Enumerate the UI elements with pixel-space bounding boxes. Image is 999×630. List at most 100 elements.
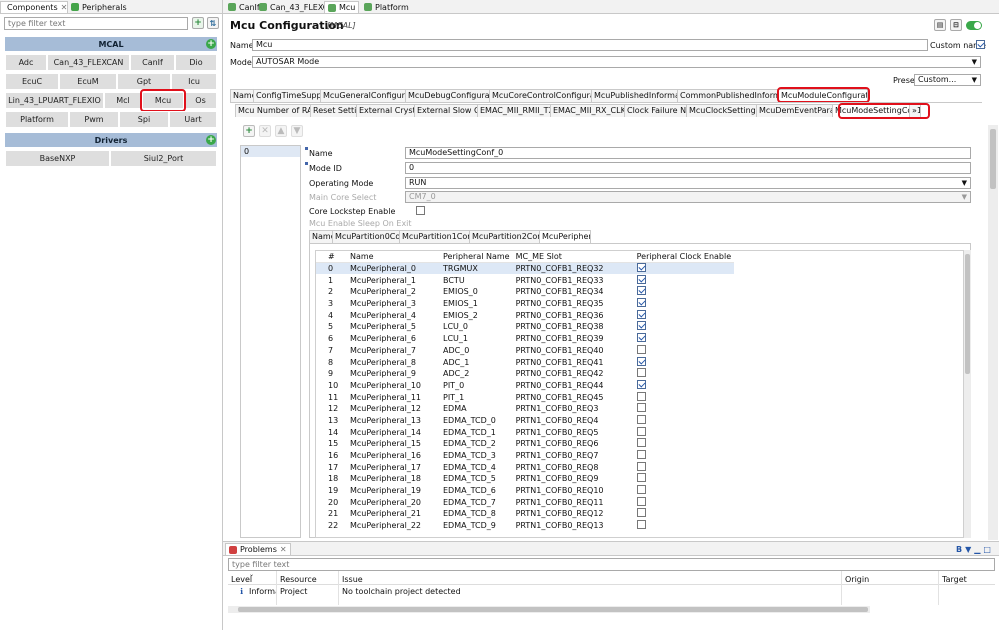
clock-enable-checkbox[interactable]	[636, 438, 646, 448]
component-uart[interactable]: Uart	[169, 111, 217, 128]
table-row[interactable]: 7 McuPeripheral_7 ADC_0 PRTN0_COFB1_REQ40	[316, 344, 734, 357]
preset-select[interactable]: Custom... ▼	[914, 74, 981, 86]
name-field[interactable]: Mcu	[252, 39, 928, 51]
inner-tab-name[interactable]: Name	[309, 230, 333, 243]
clock-enable-checkbox[interactable]	[636, 263, 646, 273]
table-row[interactable]: 0 McuPeripheral_0 TRGMUX PRTN0_COFB1_REQ32	[316, 262, 735, 275]
subtab-emac-tx[interactable]: EMAC_MII_RMII_TX_C...	[477, 104, 551, 117]
problems-filter-input[interactable]: type filter text	[228, 558, 995, 571]
delete-item-button[interactable]: ✕	[259, 125, 271, 137]
component-platform[interactable]: Platform	[5, 111, 69, 128]
component-dio[interactable]: Dio	[175, 54, 217, 71]
add-item-button[interactable]: +	[243, 125, 255, 137]
col-index[interactable]: #	[316, 251, 347, 264]
component-adc[interactable]: Adc	[5, 54, 47, 71]
component-ecum[interactable]: EcuM	[59, 73, 117, 90]
clock-enable-checkbox[interactable]	[636, 520, 646, 530]
table-row[interactable]: 13 McuPeripheral_13 EDMA_TCD_0 PRTN1_COFB0_…	[316, 414, 734, 427]
add-mcal-icon[interactable]: +	[206, 39, 216, 49]
components-filter-input[interactable]: type filter text	[4, 17, 188, 30]
tab-mcudebugconfiguration[interactable]: McuDebugConfiguration	[405, 89, 490, 102]
component-basenxp[interactable]: BaseNXP	[5, 150, 110, 167]
minimize-icon[interactable]: ▁	[974, 545, 980, 554]
table-row[interactable]: 4 McuPeripheral_4 EMIOS_2 PRTN0_COFB1_REQ36	[316, 309, 734, 321]
table-row[interactable]: 18 McuPeripheral_18 EDMA_TCD_5 PRTN1_COFB0_…	[316, 473, 734, 485]
document-icon[interactable]: ▤	[934, 19, 946, 31]
inner-tab-partition0[interactable]: McuPartition0Config	[332, 230, 400, 243]
subtab-ram[interactable]: Mcu Number of RAM...	[235, 104, 311, 117]
col-peripheral-name[interactable]: Peripheral Name	[440, 251, 513, 264]
table-row[interactable]: 16 McuPeripheral_16 EDMA_TCD_3 PRTN1_COFB0_…	[316, 450, 734, 462]
subtab-dem-event[interactable]: McuDemEventParame...	[756, 104, 833, 117]
problems-col-issue[interactable]: Issue	[342, 575, 363, 584]
problems-col-target[interactable]: Target	[942, 575, 967, 584]
tab-problems[interactable]: Problems ✕	[225, 543, 291, 555]
problems-col-resource[interactable]: Resource	[280, 575, 317, 584]
clock-enable-checkbox[interactable]	[636, 403, 646, 413]
clock-enable-checkbox[interactable]	[636, 391, 646, 401]
table-row[interactable]: 1 McuPeripheral_1 BCTU PRTN0_COFB1_REQ33	[316, 274, 734, 286]
table-row[interactable]: 20 McuPeripheral_20 EDMA_TCD_7 PRTN1_COFB0_…	[316, 496, 734, 508]
table-row[interactable]: 6 McuPeripheral_6 LCU_1 PRTN0_COFB1_REQ39	[316, 333, 734, 345]
inner-tab-partition1[interactable]: McuPartition1Config	[399, 230, 470, 243]
component-lin-43-lpuart-flexio[interactable]: Lin_43_LPUART_FLEXIO	[5, 92, 104, 109]
clock-enable-checkbox[interactable]	[636, 496, 646, 506]
move-up-button[interactable]: ▲	[275, 125, 287, 137]
toggle-switch[interactable]	[966, 21, 982, 30]
tab-mcucorecontrolconfiguration[interactable]: McuCoreControlConfiguration	[489, 89, 592, 102]
clock-enable-checkbox[interactable]	[636, 485, 646, 495]
subtab-emac-rx[interactable]: EMAC_MII_RX_CLK E...	[550, 104, 625, 117]
panel-divider[interactable]	[222, 0, 223, 630]
editor-scrollbar[interactable]	[988, 125, 998, 540]
tab-platform[interactable]: Platform	[361, 1, 412, 13]
lockstep-checkbox[interactable]	[415, 206, 425, 215]
table-row[interactable]: 19 McuPeripheral_19 EDMA_TCD_6 PRTN1_COFB0_…	[316, 485, 734, 497]
mode-name-field[interactable]: McuModeSettingConf_0	[405, 147, 971, 159]
table-row[interactable]: 8 McuPeripheral_8 ADC_1 PRTN0_COFB1_REQ41	[316, 356, 734, 368]
inner-tab-mcuperipheral[interactable]: McuPeripheral	[539, 230, 591, 243]
clock-enable-checkbox[interactable]	[636, 450, 646, 460]
close-icon[interactable]: ✕	[61, 3, 68, 12]
clock-enable-checkbox[interactable]	[636, 508, 646, 518]
move-down-button[interactable]: ▼	[291, 125, 303, 137]
subtab-reset-setting[interactable]: Reset Setting	[310, 104, 357, 117]
component-spi[interactable]: Spi	[119, 111, 169, 128]
mode-select[interactable]: AUTOSAR Mode ▼	[252, 56, 981, 68]
clock-enable-checkbox[interactable]	[636, 379, 646, 389]
category-mcal-header[interactable]: MCAL	[5, 37, 217, 51]
component-siul2-port[interactable]: Siul2_Port	[110, 150, 217, 167]
component-canif[interactable]: CanIf	[130, 54, 175, 71]
subtab-external-slow[interactable]: External Slow Cry...	[414, 104, 478, 117]
add-driver-icon[interactable]: +	[206, 135, 216, 145]
table-row[interactable]: 9 McuPeripheral_9 ADC_2 PRTN0_COFB1_REQ42	[316, 368, 734, 380]
component-icu[interactable]: Icu	[171, 73, 217, 90]
clock-enable-checkbox[interactable]	[636, 426, 646, 436]
table-row[interactable]: 11 McuPeripheral_11 PIT_1 PRTN0_COFB1_REQ45	[316, 391, 734, 403]
clock-enable-checkbox[interactable]	[636, 298, 646, 308]
sort-icon[interactable]: ⇅	[207, 17, 219, 29]
tab-components[interactable]: Components ✕	[0, 1, 68, 13]
clock-enable-checkbox[interactable]	[636, 356, 646, 366]
col-name[interactable]: Name	[347, 251, 440, 264]
tab-commonpublishedinformation[interactable]: CommonPublishedInformation	[677, 89, 779, 102]
category-drivers-header[interactable]: Drivers	[5, 133, 217, 147]
clock-enable-checkbox[interactable]	[636, 286, 646, 296]
list-item[interactable]: 0	[241, 146, 300, 157]
clock-enable-checkbox[interactable]	[636, 473, 646, 483]
clock-enable-checkbox[interactable]	[636, 309, 646, 319]
tab-configtimesupport[interactable]: ConfigTimeSupport	[253, 89, 321, 102]
inner-tab-partition2[interactable]: McuPartition2Config	[469, 230, 540, 243]
component-os[interactable]: Os	[184, 92, 217, 109]
tab-name[interactable]: Name	[230, 89, 254, 102]
close-icon[interactable]: ✕	[280, 545, 287, 554]
clock-enable-checkbox[interactable]	[636, 274, 646, 284]
custom-name-checkbox[interactable]	[976, 40, 985, 49]
table-row[interactable]: 10 McuPeripheral_10 PIT_0 PRTN0_COFB1_REQ44	[316, 379, 734, 392]
table-scrollbar[interactable]	[964, 250, 971, 538]
table-row[interactable]: 2 McuPeripheral_2 EMIOS_0 PRTN0_COFB1_REQ34	[316, 286, 734, 298]
tab-mcu[interactable]: Mcu	[324, 1, 360, 13]
table-row[interactable]: 3 McuPeripheral_3 EMIOS_1 PRTN0_COFB1_REQ35	[316, 298, 734, 310]
component-pwm[interactable]: Pwm	[69, 111, 119, 128]
clock-enable-checkbox[interactable]	[636, 321, 646, 331]
operating-mode-select[interactable]: RUN ▼	[405, 177, 971, 189]
